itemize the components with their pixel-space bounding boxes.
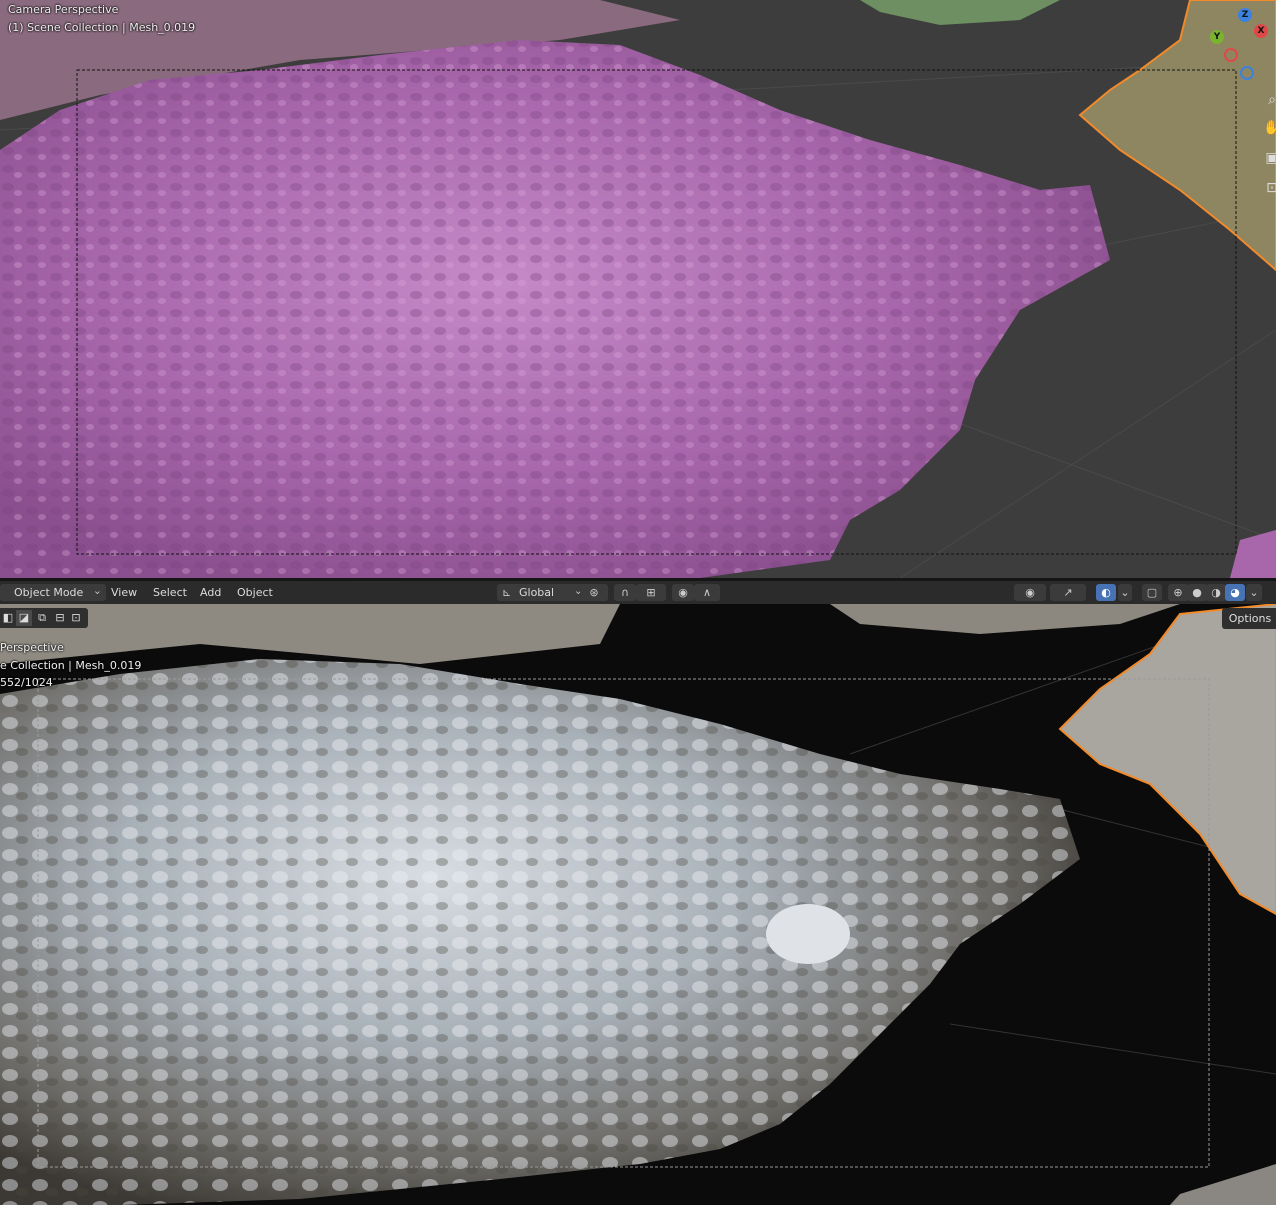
- gizmo-neg-x-axis[interactable]: [1224, 48, 1238, 62]
- top-viewport-scene: [0, 0, 1276, 578]
- render-sample-count: 552/1024: [0, 676, 53, 689]
- mode-set-icon[interactable]: ◪: [16, 610, 32, 626]
- select-box-icon[interactable]: ◧: [0, 610, 16, 626]
- lock-icon[interactable]: ⊡: [1262, 178, 1276, 198]
- eye-icon[interactable]: ◉: [1014, 584, 1046, 601]
- gizmo-x-axis[interactable]: X: [1254, 24, 1268, 38]
- collection-info-bottom: e Collection | Mesh_0.019: [0, 659, 142, 672]
- overlay-icon[interactable]: ◐: [1096, 584, 1116, 601]
- collection-info: (1) Scene Collection | Mesh_0.019: [8, 21, 196, 34]
- shading-dropdown-icon[interactable]: ⌄: [1246, 584, 1262, 601]
- mode-subtract-icon[interactable]: ⊟: [52, 610, 68, 626]
- top-viewport[interactable]: Camera Perspective (1) Scene Collection …: [0, 0, 1276, 578]
- options-button[interactable]: Options: [1222, 608, 1276, 629]
- gizmo-neg-z-axis[interactable]: [1240, 66, 1254, 80]
- proportional-editing-icon[interactable]: ◉: [672, 584, 694, 601]
- orientation-icon: ⊾: [502, 586, 512, 599]
- magnet-icon[interactable]: ∩: [614, 584, 636, 601]
- bottom-viewport[interactable]: Perspective e Collection | Mesh_0.019 55…: [0, 604, 1276, 1205]
- rendered-icon[interactable]: ◕: [1225, 584, 1245, 601]
- wireframe-icon[interactable]: ⊕: [1168, 584, 1188, 601]
- selected-snow-mesh: [1058, 604, 1276, 916]
- transform-orientation-dropdown[interactable]: ⊾ Global: [497, 582, 587, 601]
- green-mesh: [860, 0, 1060, 25]
- gizmo-z-axis[interactable]: Z: [1238, 8, 1252, 22]
- pivot-icon[interactable]: ⊛: [580, 584, 608, 601]
- material-preview-icon[interactable]: ◑: [1206, 584, 1226, 601]
- menu-select[interactable]: Select: [149, 584, 191, 601]
- camera-icon[interactable]: ▣: [1262, 148, 1276, 168]
- menu-object[interactable]: Object: [233, 584, 277, 601]
- mode-intersect-icon[interactable]: ⊡: [68, 610, 84, 626]
- xray-icon[interactable]: ▢: [1142, 584, 1162, 601]
- object-mode-dropdown[interactable]: Object Mode: [0, 582, 106, 601]
- gizmo-icon[interactable]: ↗: [1050, 584, 1086, 601]
- falloff-icon[interactable]: ∧: [694, 584, 720, 601]
- menu-add[interactable]: Add: [196, 584, 225, 601]
- hand-icon[interactable]: ✋: [1262, 118, 1276, 138]
- object-mode-label: Object Mode: [14, 586, 84, 599]
- overlay-dropdown-icon[interactable]: ⌄: [1118, 584, 1132, 601]
- viewport-header: Object Mode View Select Add Object ⊾ Glo…: [0, 581, 1276, 605]
- bottom-viewport-scene: [0, 604, 1276, 1205]
- selection-mode-toolbar: ◧ ◪ ⧉ ⊟ ⊡: [0, 608, 88, 628]
- solid-icon[interactable]: ●: [1187, 584, 1207, 601]
- snap-target-icon[interactable]: ⊞: [636, 584, 666, 601]
- menu-view[interactable]: View: [107, 584, 141, 601]
- mode-extend-icon[interactable]: ⧉: [34, 610, 50, 626]
- transform-orientation-label: Global: [519, 586, 555, 599]
- view-label-bottom: Perspective: [0, 641, 64, 654]
- zoom-icon[interactable]: ⌕: [1262, 90, 1276, 110]
- gizmo-y-axis[interactable]: Y: [1210, 30, 1224, 44]
- view-label: Camera Perspective: [8, 3, 119, 16]
